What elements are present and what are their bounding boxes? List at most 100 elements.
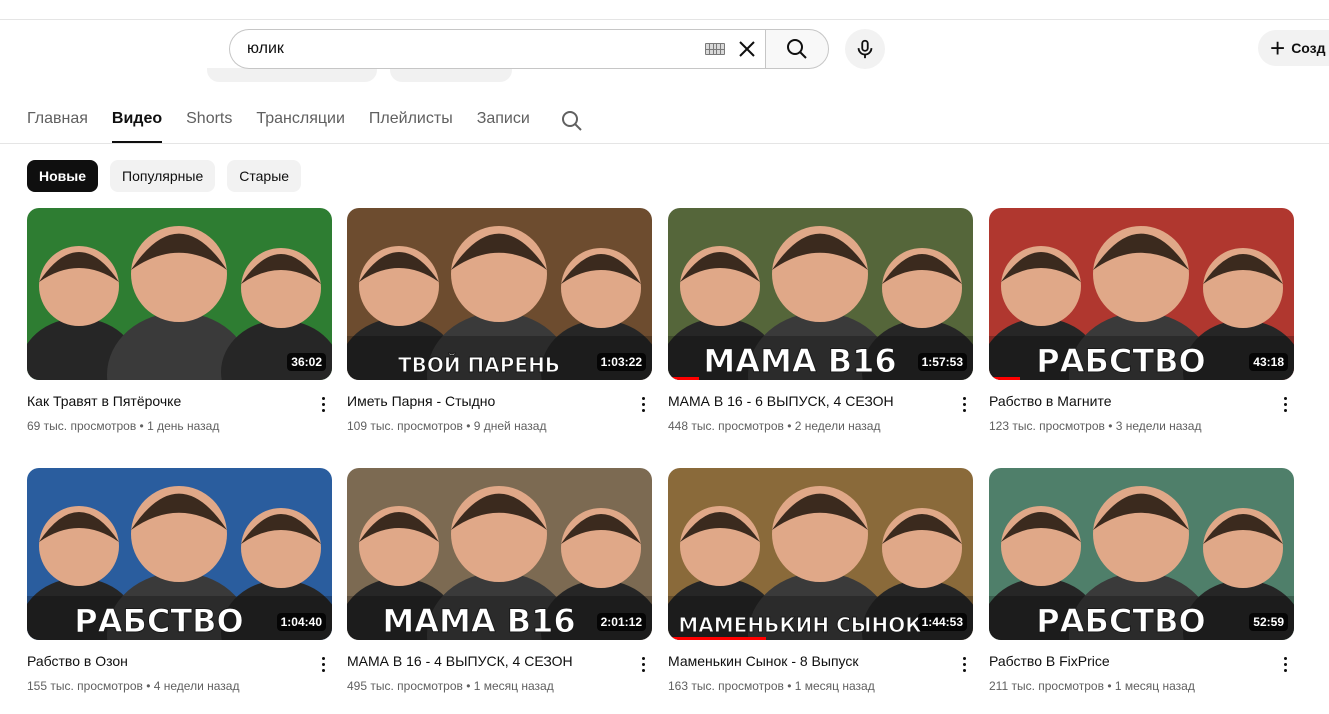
video-duration: 1:57:53 <box>917 353 967 371</box>
video-thumbnail[interactable]: РАБСТВО 52:59 <box>989 468 1294 640</box>
video-thumbnail[interactable]: РАБСТВО 1:04:40 <box>27 468 332 640</box>
sort-chips: Новые Популярные Старые <box>27 160 302 192</box>
video-thumbnail[interactable]: РАБСТВО 43:18 <box>989 208 1294 380</box>
video-card[interactable]: 36:02 Как Травят в Пятёрочке 69 тыс. просм… <box>27 208 332 433</box>
video-duration: 1:03:22 <box>596 353 646 371</box>
upload-age: 1 месяц назад <box>794 679 875 693</box>
search-icon[interactable] <box>560 109 584 133</box>
thumbnail-caption: РАБСТВО <box>1036 602 1206 640</box>
video-title[interactable]: Рабство В FixPrice <box>989 653 1269 669</box>
watch-progress-bar <box>668 377 699 380</box>
video-title[interactable]: Иметь Парня - Стыдно <box>347 393 627 409</box>
video-metadata: 211 тыс. просмотров • 1 месяц назад <box>989 679 1195 693</box>
video-thumbnail[interactable]: МАМА В16 1:57:53 <box>668 208 973 380</box>
search-box <box>229 29 765 69</box>
create-button[interactable]: + Созд <box>1258 30 1329 66</box>
video-card[interactable]: ТВОЙ ПАРЕНЬ 1:03:22 Иметь Парня - Стыдно 10… <box>347 208 652 433</box>
top-divider <box>0 19 1329 20</box>
video-card[interactable]: МАМА В16 2:01:12 МАМА В 16 - 4 ВЫПУСК, 4 С… <box>347 468 652 693</box>
tabs-divider <box>0 143 1329 144</box>
plus-icon: + <box>1270 33 1286 63</box>
more-vert-icon[interactable] <box>956 394 972 414</box>
hidden-pill <box>390 68 512 82</box>
upload-age: 1 день назад <box>147 419 220 433</box>
video-duration: 43:18 <box>1249 353 1288 371</box>
meta-separator: • <box>1103 679 1115 693</box>
video-card[interactable]: РАБСТВО 43:18 Рабство в Магните 123 тыс. пр… <box>989 208 1294 433</box>
voice-search-button[interactable] <box>845 29 885 69</box>
video-title[interactable]: Рабство в Магните <box>989 393 1269 409</box>
view-count: 69 тыс. просмотров <box>27 419 137 433</box>
keyboard-icon[interactable] <box>705 43 725 55</box>
tab-posts[interactable]: Записи <box>477 108 530 144</box>
meta-separator: • <box>783 679 795 693</box>
chip-popular[interactable]: Популярные <box>110 160 216 192</box>
video-duration: 1:04:40 <box>276 613 326 631</box>
video-metadata: 163 тыс. просмотров • 1 месяц назад <box>668 679 875 693</box>
video-title[interactable]: Рабство в Озон <box>27 653 307 669</box>
watch-progress-bar <box>989 377 1020 380</box>
hidden-pill <box>207 68 377 82</box>
video-thumbnail[interactable]: МАМА В16 2:01:12 <box>347 468 652 640</box>
video-title[interactable]: МАМА В 16 - 4 ВЫПУСК, 4 СЕЗОН <box>347 653 627 669</box>
upload-age: 1 месяц назад <box>473 679 554 693</box>
video-title[interactable]: Маменькин Сынок - 8 Выпуск <box>668 653 948 669</box>
tab-home[interactable]: Главная <box>27 108 88 144</box>
upload-age: 1 месяц назад <box>1114 679 1195 693</box>
close-icon[interactable] <box>735 37 759 61</box>
more-vert-icon[interactable] <box>315 654 331 674</box>
view-count: 109 тыс. просмотров <box>347 419 463 433</box>
video-metadata: 448 тыс. просмотров • 2 недели назад <box>668 419 880 433</box>
thumbnail-caption: РАБСТВО <box>74 602 244 640</box>
thumbnail-image: РАБСТВО <box>989 208 1294 380</box>
chip-newest[interactable]: Новые <box>27 160 99 192</box>
tab-videos[interactable]: Видео <box>111 108 163 144</box>
video-metadata: 495 тыс. просмотров • 1 месяц назад <box>347 679 554 693</box>
more-vert-icon[interactable] <box>635 394 651 414</box>
meta-separator: • <box>1104 419 1116 433</box>
video-title[interactable]: МАМА В 16 - 6 ВЫПУСК, 4 СЕЗОН <box>668 393 948 409</box>
video-duration: 36:02 <box>287 353 326 371</box>
create-label: Созд <box>1291 40 1326 56</box>
video-duration: 52:59 <box>1249 613 1288 631</box>
more-vert-icon[interactable] <box>1277 394 1293 414</box>
view-count: 495 тыс. просмотров <box>347 679 463 693</box>
upload-age: 2 недели назад <box>794 419 881 433</box>
video-thumbnail[interactable]: 36:02 <box>27 208 332 380</box>
video-metadata: 123 тыс. просмотров • 3 недели назад <box>989 419 1201 433</box>
thumbnail-image <box>27 208 332 380</box>
more-vert-icon[interactable] <box>315 394 331 414</box>
thumbnail-image: РАБСТВО <box>989 468 1294 640</box>
search-bar <box>229 29 829 69</box>
view-count: 155 тыс. просмотров <box>27 679 143 693</box>
tab-live[interactable]: Трансляции <box>256 108 345 144</box>
video-metadata: 155 тыс. просмотров • 4 недели назад <box>27 679 239 693</box>
more-vert-icon[interactable] <box>635 654 651 674</box>
watch-progress-bar <box>668 637 766 640</box>
meta-separator: • <box>462 679 474 693</box>
video-card[interactable]: РАБСТВО 1:04:40 Рабство в Озон 155 тыс. про… <box>27 468 332 693</box>
video-thumbnail[interactable]: ТВОЙ ПАРЕНЬ 1:03:22 <box>347 208 652 380</box>
thumbnail-caption: МАМА В16 <box>703 342 896 380</box>
microphone-icon <box>857 39 873 59</box>
video-thumbnail[interactable]: МАМЕНЬКИН СЫНОК 1:44:53 <box>668 468 973 640</box>
video-card[interactable]: МАМЕНЬКИН СЫНОК 1:44:53 Маменькин Сынок - … <box>668 468 973 693</box>
thumbnail-caption: РАБСТВО <box>1036 342 1206 380</box>
search-input[interactable] <box>247 40 705 58</box>
chip-oldest[interactable]: Старые <box>227 160 302 192</box>
tab-playlists[interactable]: Плейлисты <box>369 108 453 144</box>
channel-tabs: Главная Видео Shorts Трансляции Плейлист… <box>27 108 584 144</box>
tab-shorts[interactable]: Shorts <box>186 108 232 144</box>
video-card[interactable]: МАМА В16 1:57:53 МАМА В 16 - 6 ВЫПУСК, 4 С… <box>668 208 973 433</box>
meta-separator: • <box>136 419 148 433</box>
thumbnail-caption: МАМЕНЬКИН СЫНОК <box>678 613 922 637</box>
search-button[interactable] <box>765 29 829 69</box>
view-count: 448 тыс. просмотров <box>668 419 784 433</box>
video-title[interactable]: Как Травят в Пятёрочке <box>27 393 307 409</box>
upload-age: 9 дней назад <box>473 419 547 433</box>
more-vert-icon[interactable] <box>1277 654 1293 674</box>
video-card[interactable]: РАБСТВО 52:59 Рабство В FixPrice 211 тыс. п… <box>989 468 1294 693</box>
video-metadata: 69 тыс. просмотров • 1 день назад <box>27 419 219 433</box>
view-count: 211 тыс. просмотров <box>989 679 1104 693</box>
more-vert-icon[interactable] <box>956 654 972 674</box>
